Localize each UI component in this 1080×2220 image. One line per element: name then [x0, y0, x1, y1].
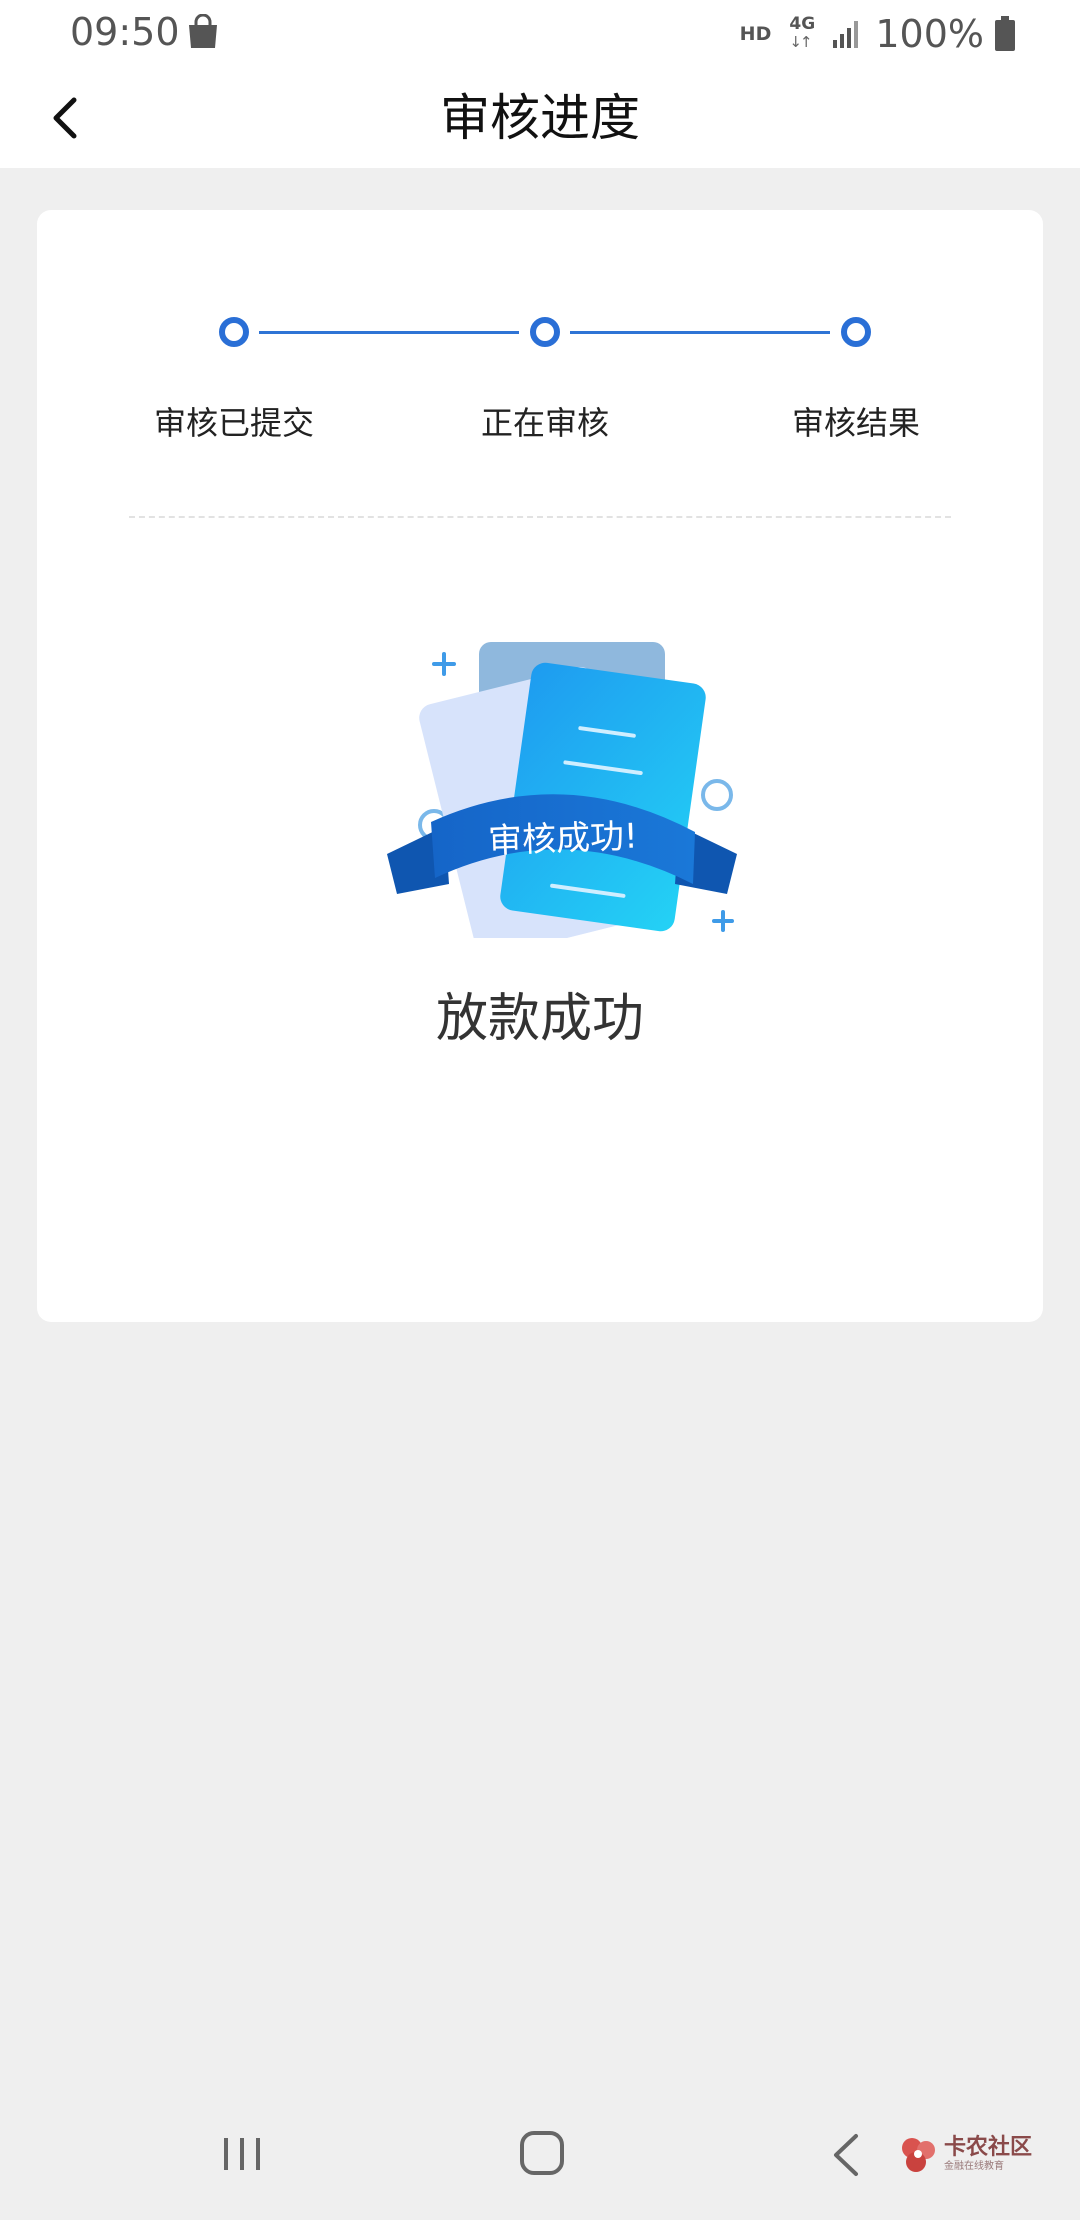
battery-percent: 100% [875, 12, 984, 56]
network-indicator: 4G ↓↑ [789, 14, 825, 54]
progress-card: 审核已提交 正在审核 审核结果 审核成功! 放款成功 [37, 210, 1043, 1322]
data-arrows-icon: ↓↑ [789, 33, 812, 51]
signal-icon [833, 21, 859, 48]
nav-back-icon[interactable] [826, 2130, 866, 2180]
watermark-subtitle: 金融在线教育 [944, 2161, 1004, 2172]
status-indicators: HD 4G ↓↑ 100% [740, 10, 1016, 58]
app-header: 审核进度 [0, 68, 1080, 168]
recent-apps-icon[interactable] [218, 2130, 266, 2178]
step-label-result: 审核结果 [791, 404, 920, 442]
step-dot-reviewing [530, 317, 560, 347]
step-connector-1 [259, 331, 519, 334]
kanong-logo-icon [902, 2138, 935, 2172]
step-dot-submitted [219, 317, 249, 347]
dashed-divider [129, 516, 951, 518]
status-time: 09:50 [70, 10, 180, 54]
plus-icon [712, 910, 734, 932]
status-bar: 09:50 HD 4G ↓↑ 100% [0, 0, 1080, 68]
plus-icon [432, 652, 456, 676]
network-type: 4G [789, 14, 816, 34]
step-connector-2 [570, 331, 830, 334]
result-text: 放款成功 [435, 989, 644, 1049]
step-label-submitted: 审核已提交 [153, 404, 314, 442]
battery-icon [995, 16, 1015, 51]
watermark: 卡农社区 金融在线教育 [898, 2130, 1032, 2180]
shopping-bag-icon [189, 14, 217, 48]
system-nav-bar: 卡农社区 金融在线教育 [0, 2090, 1080, 2220]
circle-decoration [701, 779, 733, 811]
step-label-reviewing: 正在审核 [480, 404, 609, 442]
home-icon[interactable] [518, 2128, 566, 2178]
step-dot-result [841, 317, 871, 347]
page-title: 审核进度 [440, 89, 640, 147]
ribbon-text: 审核成功! [487, 816, 638, 861]
hd-indicator: HD [739, 23, 772, 45]
approved-document-illustration: 审核成功! [387, 642, 737, 938]
watermark-title: 卡农社区 [944, 2135, 1033, 2160]
